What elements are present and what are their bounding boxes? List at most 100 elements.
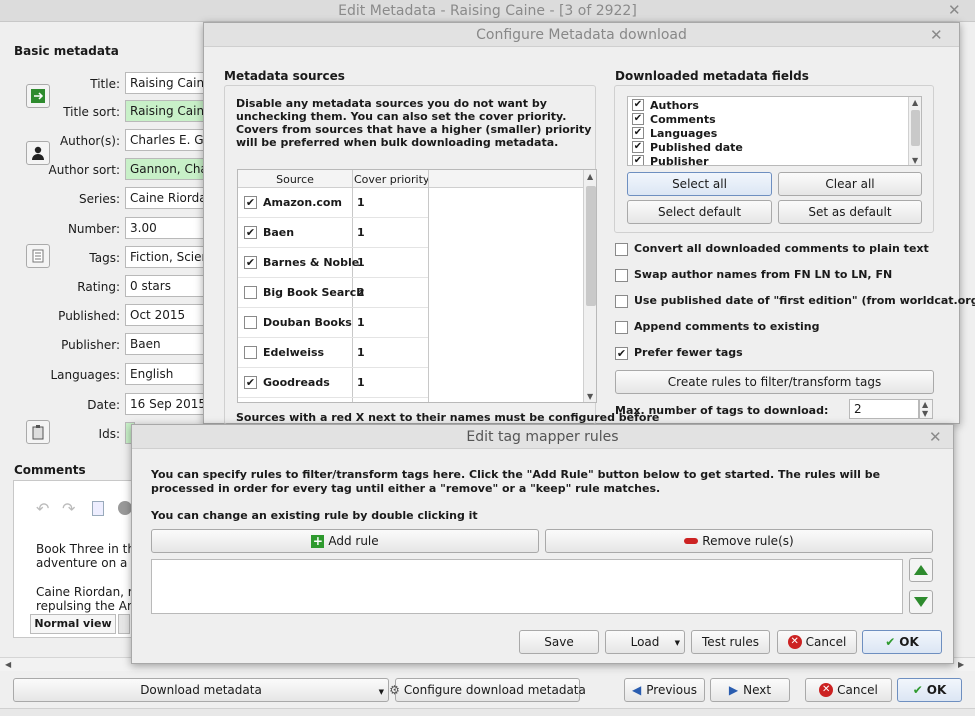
sources-table[interactable]: Source Cover priority ✔ Amazon.com 1 ✔ Baen 1… [237, 169, 597, 403]
field-row[interactable]: ✔ Languages [628, 126, 908, 140]
load-dropdown-icon[interactable]: ▼ [675, 639, 680, 647]
dropdown-arrow-icon[interactable]: ▼ [379, 688, 384, 696]
source-row[interactable]: ✔ Goodreads 1 [238, 368, 583, 398]
field-row[interactable]: ✔ Published date [628, 140, 908, 154]
move-rule-up-button[interactable] [909, 558, 933, 582]
save-button[interactable]: Save [519, 630, 599, 654]
scroll-down-icon[interactable]: ▼ [587, 392, 593, 401]
max-tags-stepper[interactable]: ▲ ▼ [919, 399, 933, 419]
source-cover-priority[interactable]: 2 [357, 286, 365, 299]
source-row[interactable]: Big Book Search 2 [238, 278, 583, 308]
undo-icon[interactable]: ↶ [36, 499, 49, 518]
scroll-up-icon[interactable]: ▲ [912, 98, 918, 107]
source-checkbox[interactable]: ✔ [244, 226, 257, 239]
fields-list[interactable]: ✔ Authors ✔ Comments ✔ Languages ✔ Published da… [627, 96, 922, 166]
option-checkbox[interactable] [615, 295, 628, 308]
tag-mapper-ok-button[interactable]: ✔ OK [862, 630, 942, 654]
authors-field[interactable]: Charles E. Gannon [125, 129, 205, 151]
gear-icon[interactable] [118, 501, 132, 515]
previous-button[interactable]: ◀ Previous [624, 678, 705, 702]
publisher-field[interactable]: Baen [125, 333, 205, 355]
option-checkbox[interactable] [615, 243, 628, 256]
source-row[interactable]: ✔ Amazon.com 1 [238, 188, 583, 218]
stepper-up-icon[interactable]: ▲ [922, 400, 928, 409]
tag-mapper-cancel-button[interactable]: ✕ Cancel [777, 630, 857, 654]
option-checkbox[interactable] [615, 269, 628, 282]
source-column-header[interactable]: Source [238, 173, 352, 186]
option-checkbox[interactable]: ✔ [615, 347, 628, 360]
languages-field[interactable]: English [125, 363, 205, 385]
select-all-button[interactable]: Select all [627, 172, 772, 196]
scroll-right-icon[interactable]: ▶ [958, 660, 964, 669]
sources-scroll-thumb[interactable] [586, 186, 596, 306]
source-row[interactable]: ✔ Barnes & Noble 1 [238, 248, 583, 278]
option-label[interactable]: Prefer fewer tags [634, 346, 743, 359]
source-checkbox[interactable] [244, 316, 257, 329]
copy-icon[interactable] [92, 501, 104, 516]
tag-mapper-close-icon[interactable]: ✕ [929, 430, 942, 445]
scroll-down-icon[interactable]: ▼ [912, 156, 918, 165]
date-field[interactable]: 16 Sep 2015 [125, 393, 205, 415]
normal-view-tab[interactable]: Normal view [30, 614, 116, 634]
html-source-tab[interactable] [118, 614, 130, 634]
sources-scrollbar[interactable]: ▲ ▼ [583, 170, 596, 402]
field-checkbox[interactable]: ✔ [632, 155, 644, 165]
source-row[interactable]: ✔ Baen 1 [238, 218, 583, 248]
field-row[interactable]: ✔ Comments [628, 112, 908, 126]
title-field[interactable]: Raising Caine [125, 72, 205, 94]
number-field[interactable]: 3.00 [125, 217, 205, 239]
download-metadata-button[interactable]: Download metadata ▼ [13, 678, 389, 702]
source-cover-priority[interactable]: 1 [357, 376, 365, 389]
load-button[interactable]: Load ▼ [605, 630, 685, 654]
move-rule-down-button[interactable] [909, 590, 933, 614]
series-field[interactable]: Caine Riordan [125, 187, 205, 209]
tags-field[interactable]: Fiction, Science Fiction [125, 246, 205, 268]
scroll-up-icon[interactable]: ▲ [587, 172, 593, 181]
field-checkbox[interactable]: ✔ [632, 141, 644, 153]
option-label[interactable]: Convert all downloaded comments to plain… [634, 242, 929, 255]
source-checkbox[interactable]: ✔ [244, 256, 257, 269]
option-label[interactable]: Use published date of "first edition" (f… [634, 294, 975, 307]
option-label[interactable]: Swap author names from FN LN to LN, FN [634, 268, 892, 281]
field-row[interactable]: ✔ Authors [628, 98, 908, 112]
rating-field[interactable]: 0 stars [125, 275, 205, 297]
bottom-cancel-button[interactable]: ✕ Cancel [805, 678, 892, 702]
stepper-down-icon[interactable]: ▼ [922, 409, 928, 418]
author-sort-field[interactable]: Gannon, Charles E. [125, 158, 205, 180]
source-checkbox[interactable] [244, 346, 257, 359]
max-tags-spinbox[interactable]: 2 [849, 399, 919, 419]
option-label[interactable]: Append comments to existing [634, 320, 819, 333]
source-cover-priority[interactable]: 1 [357, 196, 365, 209]
fields-scrollbar[interactable]: ▲ ▼ [908, 97, 921, 165]
source-checkbox[interactable]: ✔ [244, 196, 257, 209]
source-row[interactable]: Edelweiss 1 [238, 338, 583, 368]
configure-close-icon[interactable]: ✕ [930, 28, 943, 43]
source-checkbox[interactable] [244, 286, 257, 299]
published-field[interactable]: Oct 2015 [125, 304, 205, 326]
clear-all-button[interactable]: Clear all [778, 172, 922, 196]
option-checkbox[interactable] [615, 321, 628, 334]
next-button[interactable]: ▶ Next [710, 678, 790, 702]
add-rule-button[interactable]: + Add rule [151, 529, 539, 553]
title-sort-field[interactable]: Raising Caine [125, 100, 205, 122]
source-cover-priority[interactable]: 1 [357, 256, 365, 269]
select-default-button[interactable]: Select default [627, 200, 772, 224]
test-rules-button[interactable]: Test rules [691, 630, 770, 654]
redo-icon[interactable]: ↷ [62, 499, 75, 518]
field-row[interactable]: ✔ Publisher [628, 154, 908, 165]
field-checkbox[interactable]: ✔ [632, 99, 644, 111]
main-close-icon[interactable]: ✕ [948, 3, 961, 18]
bottom-ok-button[interactable]: ✔ OK [897, 678, 962, 702]
configure-download-metadata-button[interactable]: ⚙ Configure download metadata [389, 678, 586, 702]
field-checkbox[interactable]: ✔ [632, 113, 644, 125]
scroll-left-icon[interactable]: ◀ [5, 660, 11, 669]
source-row[interactable]: Douban Books 1 [238, 308, 583, 338]
source-cover-priority[interactable]: 1 [357, 346, 365, 359]
field-checkbox[interactable]: ✔ [632, 127, 644, 139]
fields-scroll-thumb[interactable] [911, 110, 920, 146]
rules-list[interactable] [151, 559, 903, 614]
cover-priority-column-header[interactable]: Cover priority [354, 173, 429, 186]
remove-rules-button[interactable]: Remove rule(s) [545, 529, 933, 553]
set-as-default-button[interactable]: Set as default [778, 200, 922, 224]
source-cover-priority[interactable]: 1 [357, 316, 365, 329]
